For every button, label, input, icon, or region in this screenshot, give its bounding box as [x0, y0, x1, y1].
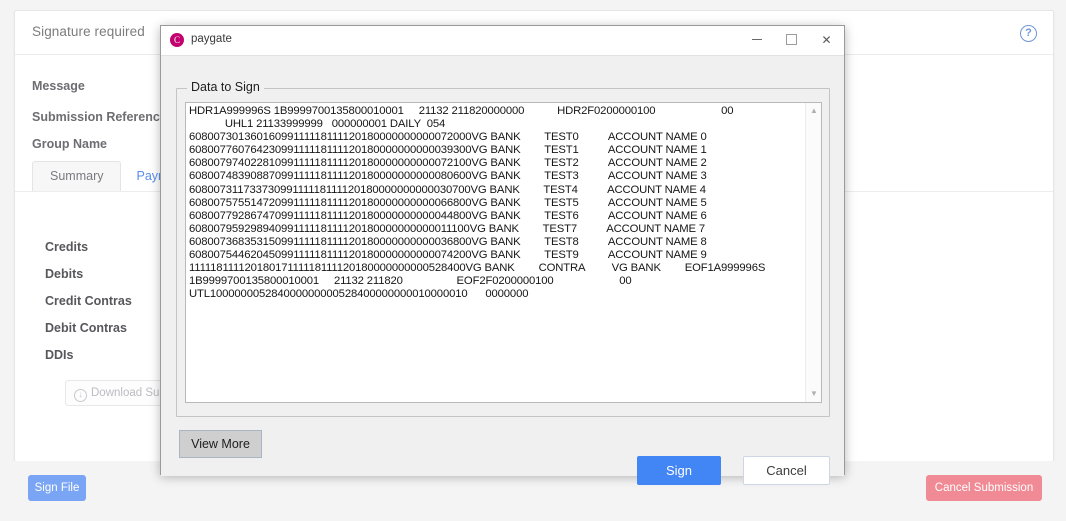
- data-to-sign-textarea[interactable]: HDR1A999996S 1B9999700135800010001 21132…: [185, 102, 822, 403]
- field-label-submission-reference: Submission Reference: [32, 110, 167, 124]
- download-circle-icon: ↓: [74, 389, 87, 402]
- stat-label-debits: Debits: [45, 267, 84, 281]
- dialog-title: paygate: [191, 33, 232, 45]
- dialog-body: Data to Sign HDR1A999996S 1B999970013580…: [161, 56, 844, 485]
- sign-file-button[interactable]: Sign File: [28, 475, 86, 501]
- close-icon[interactable]: ✕: [809, 26, 844, 55]
- chevron-up-icon[interactable]: ▲: [806, 103, 821, 119]
- data-to-sign-groupbox: Data to Sign HDR1A999996S 1B999970013580…: [176, 80, 830, 417]
- stat-label-credits: Credits: [45, 240, 89, 254]
- cancel-submission-button[interactable]: Cancel Submission: [926, 475, 1042, 501]
- field-label-group-name: Group Name: [32, 137, 108, 151]
- stat-label-credit-contras: Credit Contras: [45, 294, 132, 308]
- dialog-title-bar[interactable]: C paygate ✕: [161, 26, 844, 56]
- page-title: Signature required: [32, 24, 145, 39]
- data-to-sign-legend: Data to Sign: [187, 80, 264, 94]
- screen: Signature required ? Message Submission …: [0, 0, 1066, 521]
- vertical-scrollbar[interactable]: ▲ ▼: [805, 103, 821, 402]
- paygate-logo-icon: C: [170, 33, 184, 47]
- question-mark-circle-icon[interactable]: ?: [1020, 25, 1037, 42]
- stat-label-debit-contras: Debit Contras: [45, 321, 127, 335]
- data-to-sign-content: HDR1A999996S 1B9999700135800010001 21132…: [189, 105, 766, 301]
- field-label-message: Message: [32, 79, 85, 93]
- stat-label-ddis: DDIs: [45, 348, 74, 362]
- view-more-button[interactable]: View More: [179, 430, 262, 458]
- tab-summary[interactable]: Summary: [32, 161, 122, 191]
- paygate-dialog-window: C paygate ✕ Data to Sign HDR1A999996S 1B…: [160, 25, 845, 485]
- cancel-button[interactable]: Cancel: [743, 456, 830, 485]
- chevron-down-icon[interactable]: ▼: [806, 386, 821, 402]
- minimize-icon[interactable]: [739, 26, 774, 55]
- maximize-icon[interactable]: [774, 26, 809, 55]
- sign-button[interactable]: Sign: [637, 456, 721, 485]
